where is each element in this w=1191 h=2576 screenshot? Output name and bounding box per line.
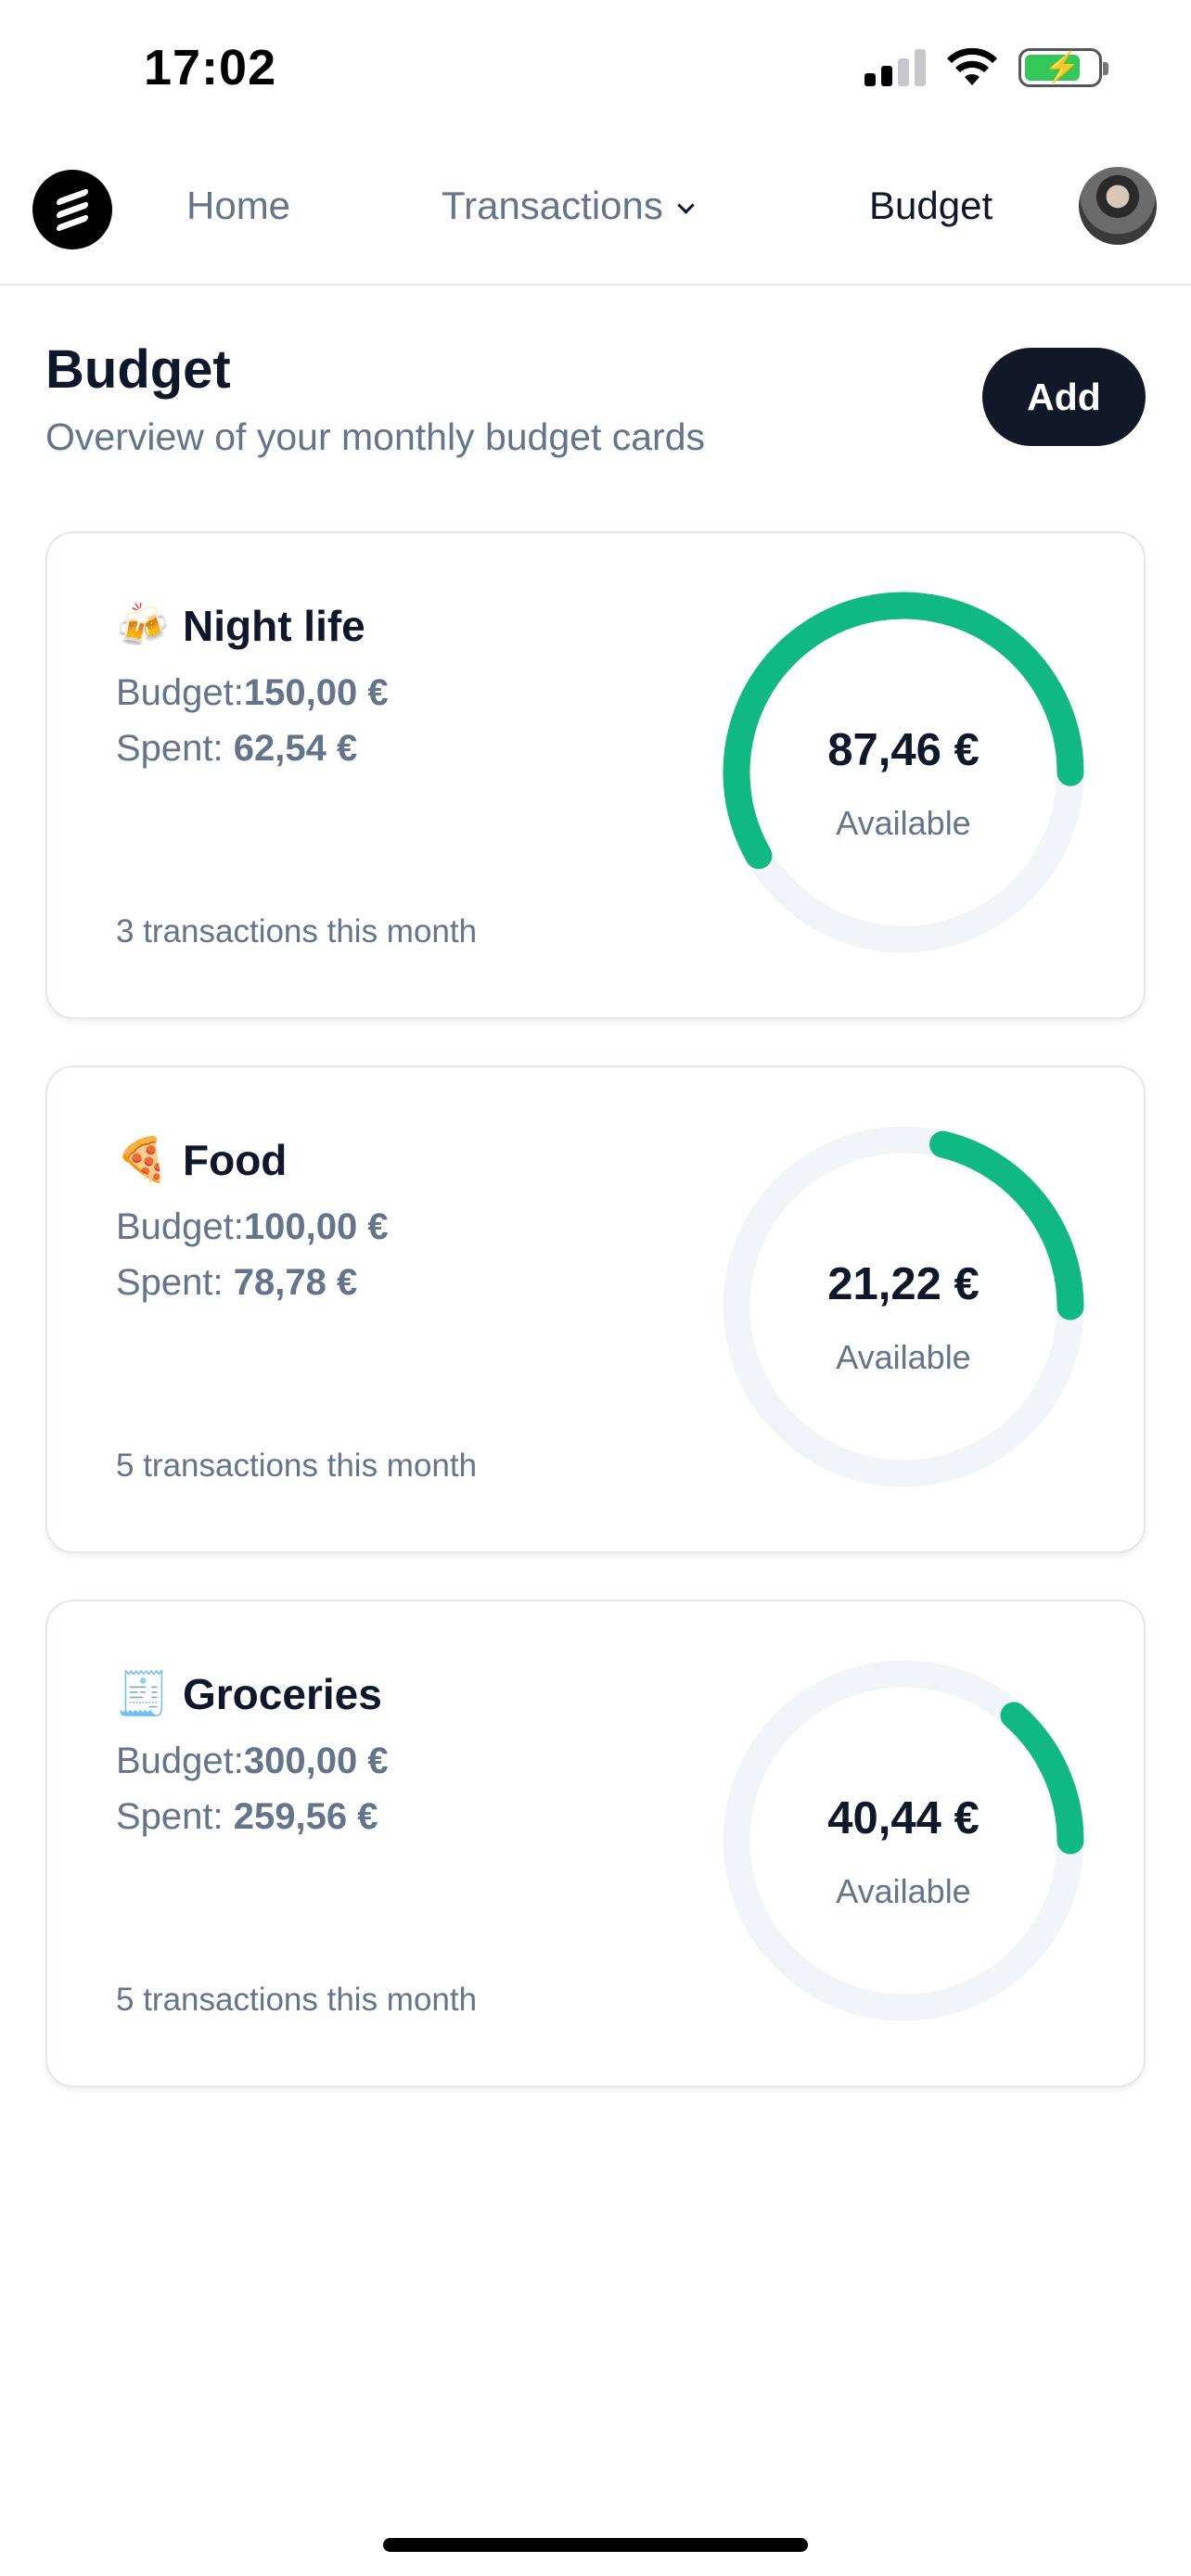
status-icons: ⚡ <box>864 48 1108 87</box>
budget-label: Budget: <box>116 672 244 713</box>
card-name: Groceries <box>183 1669 382 1718</box>
nav-budget[interactable]: Budget <box>869 184 992 228</box>
nav-transactions-label: Transactions <box>442 184 663 227</box>
add-budget-button[interactable]: Add <box>982 348 1146 446</box>
budget-line: Budget:300,00 € <box>116 1741 389 1782</box>
budget-card[interactable]: 🍕 Food Budget:100,00 € Spent: 78,78 € 5 … <box>45 1065 1146 1553</box>
available-label: Available <box>836 1338 971 1376</box>
spent-label: Spent: <box>116 1262 234 1303</box>
budget-ring: 87,46 € Available <box>718 587 1089 958</box>
page-subtitle: Overview of your monthly budget cards <box>45 415 705 458</box>
spent-label: Spent: <box>116 728 234 769</box>
transaction-count: 3 transactions this month <box>116 913 478 950</box>
spent-line: Spent: 259,56 € <box>116 1796 378 1838</box>
battery-icon: ⚡ <box>1018 48 1108 87</box>
card-name: Night life <box>183 601 365 650</box>
card-title: 🍕 Food <box>116 1134 287 1185</box>
available-amount: 87,46 € <box>827 725 980 775</box>
page-title: Budget <box>45 339 231 400</box>
pizza-icon: 🍕 <box>116 1135 170 1183</box>
receipt-icon: 🧾 <box>116 1669 170 1717</box>
available-amount: 21,22 € <box>827 1259 980 1309</box>
chevron-down-icon <box>677 197 695 214</box>
budget-amount: 300,00 € <box>243 1741 389 1781</box>
budget-ring: 40,44 € Available <box>718 1655 1089 2026</box>
budget-label: Budget: <box>116 1741 244 1781</box>
spent-amount: 62,54 € <box>233 728 358 769</box>
budget-amount: 150,00 € <box>243 672 389 713</box>
budget-line: Budget:100,00 € <box>116 1206 389 1248</box>
available-label: Available <box>836 1872 971 1910</box>
budget-amount: 100,00 € <box>243 1206 389 1247</box>
card-title: 🧾 Groceries <box>116 1668 382 1719</box>
card-title: 🍻 Night life <box>116 600 365 651</box>
budget-card[interactable]: 🍻 Night life Budget:150,00 € Spent: 62,5… <box>45 531 1146 1019</box>
budget-line: Budget:150,00 € <box>116 672 389 714</box>
budget-label: Budget: <box>116 1206 244 1247</box>
wifi-icon <box>947 48 997 85</box>
transaction-count: 5 transactions this month <box>116 1447 478 1484</box>
available-label: Available <box>836 804 971 842</box>
spent-line: Spent: 62,54 € <box>116 728 357 770</box>
budget-ring: 21,22 € Available <box>718 1121 1089 1492</box>
cellular-signal-icon <box>864 49 926 86</box>
status-time: 17:02 <box>144 40 277 96</box>
available-amount: 40,44 € <box>827 1793 980 1843</box>
app-logo-icon[interactable] <box>32 170 112 249</box>
top-navigation: Home Transactions Budget <box>0 139 1191 286</box>
card-name: Food <box>183 1135 288 1184</box>
user-avatar[interactable] <box>1079 167 1157 245</box>
budget-card[interactable]: 🧾 Groceries Budget:300,00 € Spent: 259,5… <box>45 1600 1146 2087</box>
home-indicator <box>383 2538 808 2552</box>
transaction-count: 5 transactions this month <box>116 1982 478 2018</box>
spent-label: Spent: <box>116 1796 234 1837</box>
spent-line: Spent: 78,78 € <box>116 1262 357 1304</box>
beer-mugs-icon: 🍻 <box>116 601 170 649</box>
spent-amount: 78,78 € <box>233 1262 358 1303</box>
status-bar: 17:02 ⚡ <box>0 0 1191 139</box>
spent-amount: 259,56 € <box>233 1796 378 1837</box>
nav-home[interactable]: Home <box>186 184 290 228</box>
nav-transactions[interactable]: Transactions <box>442 184 695 228</box>
